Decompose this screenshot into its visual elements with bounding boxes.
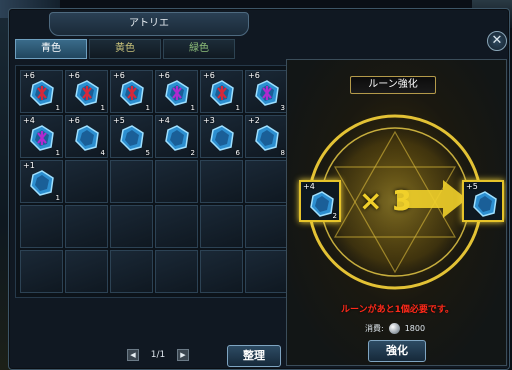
rune-slot[interactable]: +6 4 [65,115,108,158]
empty-slot[interactable] [155,250,198,293]
blue-rune-icon [255,125,279,151]
tab-yellow[interactable]: 黄色 [89,39,161,59]
blue-rune-icon [210,125,234,151]
color-tabs: 青色 黄色 緑色 [15,39,235,61]
rune-slot[interactable]: +5 5 [110,115,153,158]
blue-rune-icon [210,80,234,106]
rune-slot[interactable]: +6 1 [65,70,108,113]
empty-slot[interactable] [110,160,153,203]
rune-quantity: 1 [100,104,105,112]
cost-label: 消費: [365,324,384,333]
next-page-button[interactable]: ▶ [177,349,189,361]
rune-quantity: 6 [235,149,240,157]
rune-quantity: 1 [55,194,60,202]
rune-enhance-panel: ルーン強化 +4 2 × 3 +5 [286,59,507,366]
empty-slot[interactable] [65,250,108,293]
empty-slot[interactable] [200,160,243,203]
rune-slot[interactable]: +2 8 [245,115,288,158]
enhance-button[interactable]: 強化 [368,340,426,362]
rune-slot[interactable]: +6 1 [20,70,63,113]
enhance-title: ルーン強化 [350,76,436,94]
empty-slot[interactable] [155,205,198,248]
empty-slot[interactable] [245,205,288,248]
rune-quantity: 2 [190,149,195,157]
source-quantity: 2 [332,212,337,220]
empty-slot[interactable] [20,205,63,248]
blue-rune-icon [165,80,189,106]
empty-slot[interactable] [155,160,198,203]
blue-rune-icon [165,125,189,151]
empty-slot[interactable] [20,250,63,293]
cost-value: 1800 [404,324,426,333]
inventory-grid: +6 1 +6 1 +6 1 +6 1 +6 1 +6 3 +4 1 +6 4 +5 5 +4 2 +3 6 +2 8 +1 1 [15,65,288,298]
prev-page-button[interactable]: ◀ [127,349,139,361]
rune-slot[interactable]: +6 1 [110,70,153,113]
window-title: アトリエ [49,12,249,36]
rune-quantity: 4 [100,149,105,157]
rune-slot[interactable]: +4 1 [20,115,63,158]
result-rune-slot: +5 [462,180,504,222]
page-indicator: 1/1 [150,350,166,360]
blue-rune-icon [30,125,54,151]
close-button[interactable]: ✕ [487,31,507,51]
rune-quantity: 3 [280,104,285,112]
empty-slot[interactable] [200,205,243,248]
rune-quantity: 5 [145,149,150,157]
source-rune-slot[interactable]: +4 2 [299,180,341,222]
blue-rune-icon [30,170,54,196]
rune-slot[interactable]: +3 6 [200,115,243,158]
empty-slot[interactable] [110,250,153,293]
tab-green[interactable]: 緑色 [163,39,235,59]
empty-slot[interactable] [245,160,288,203]
rune-slot[interactable]: +6 1 [200,70,243,113]
empty-slot[interactable] [110,205,153,248]
rune-slot[interactable]: +4 2 [155,115,198,158]
empty-slot[interactable] [245,250,288,293]
rune-quantity: 1 [190,104,195,112]
empty-slot[interactable] [200,250,243,293]
rune-quantity: 1 [55,104,60,112]
rune-quantity: 8 [280,149,285,157]
blue-rune-icon [120,80,144,106]
rune-slot[interactable]: +6 1 [155,70,198,113]
atelier-window: アトリエ ✕ 青色 黄色 緑色 +6 1 +6 1 +6 1 +6 1 +6 1 +6 3 +4 1 +6 4… [8,8,510,370]
rune-slot[interactable]: +1 1 [20,160,63,203]
blue-rune-icon [255,80,279,106]
blue-rune-icon [473,191,497,217]
rune-quantity: 1 [235,104,240,112]
empty-slot[interactable] [65,205,108,248]
rune-quantity: 1 [55,149,60,157]
warning-message: ルーンがあと1個必要です。 [341,305,454,315]
rune-slot[interactable]: +6 3 [245,70,288,113]
rune-quantity: 1 [145,104,150,112]
silver-coin-icon [388,323,400,334]
blue-rune-icon [75,125,99,151]
rune-inventory-panel: 青色 黄色 緑色 +6 1 +6 1 +6 1 +6 1 +6 1 +6 3 +4 1 +6 4 +5 5 +4 2 +… [13,39,291,369]
blue-rune-icon [30,80,54,106]
sort-button[interactable]: 整理 [227,345,281,367]
empty-slot[interactable] [65,160,108,203]
arrow-right-icon [397,180,467,218]
blue-rune-icon [120,125,144,151]
pager: ◀ 1/1 ▶ [127,349,189,361]
blue-rune-icon [75,80,99,106]
cost-row: 消費: 1800 [365,323,425,334]
tab-blue[interactable]: 青色 [15,39,87,59]
